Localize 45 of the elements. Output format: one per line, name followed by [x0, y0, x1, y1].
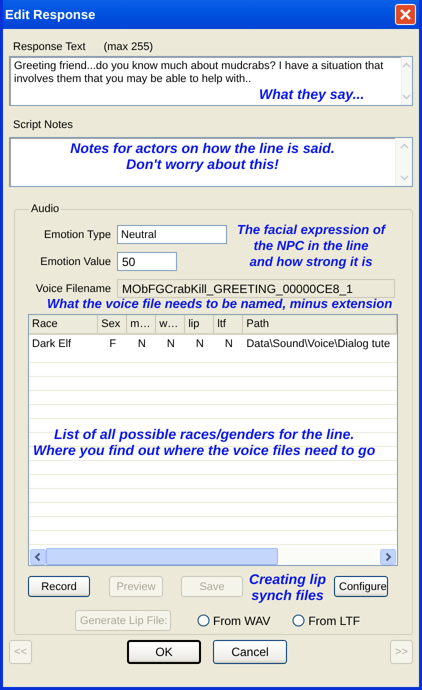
close-icon [399, 8, 412, 21]
horizontal-scrollbar[interactable] [29, 548, 397, 565]
column-header[interactable]: w… [156, 315, 186, 333]
annotation-text: Creating lip synch files [249, 571, 326, 603]
column-header[interactable]: lip [185, 315, 214, 333]
field-label: Voice Filename [34, 282, 112, 294]
annotation-text: What the voice file needs to be named, minus extension [47, 297, 392, 311]
dialog-button[interactable]: OK [127, 640, 201, 664]
column-header[interactable]: ltf [214, 315, 244, 333]
table-cell-text: N [136, 337, 147, 352]
field-label: Emotion Type [42, 228, 112, 240]
limit-label: (max 255) [104, 41, 154, 55]
table-cell-text: Data\Sound\Voice\Dialog tute [245, 337, 392, 352]
column-header[interactable]: Race [29, 315, 98, 333]
table-cell-text: N [224, 337, 234, 352]
script-notes-field[interactable]: Notes for actors on how the line is said. Don't worry about this! [9, 137, 413, 187]
table-cell-text: N [166, 337, 176, 352]
window-title: Edit Response [5, 7, 96, 22]
field-label: Script Notes [13, 119, 73, 131]
vertical-scrollbar[interactable] [395, 138, 412, 186]
field-label: Response Text [13, 41, 86, 55]
vertical-scrollbar[interactable] [400, 57, 412, 105]
column-header[interactable]: Path [243, 315, 397, 333]
table-cell-text: N [194, 337, 205, 352]
column-header[interactable]: Sex [98, 315, 128, 333]
annotation-text: Notes for actors on how the line is said. Don't worry about this! [70, 140, 335, 172]
close-button[interactable] [395, 4, 416, 25]
table-cell-text: F [108, 337, 118, 352]
response-text: Greeting friend...do you know much about mudcrabs? I have a situation that involves them that you may be able to help with.. [14, 60, 384, 86]
radio-option[interactable]: From WAV [197, 614, 270, 628]
table-cell-text: Dark Elf [31, 337, 72, 352]
radio-option[interactable]: From LTF [292, 614, 360, 628]
column-header[interactable]: m… [127, 315, 156, 333]
action-button[interactable]: Configure [334, 576, 388, 597]
annotation-text: What they say... [259, 86, 364, 102]
group-label: Audio [30, 203, 60, 215]
dialog-button[interactable]: Cancel [213, 640, 287, 664]
annotation-text: The facial expression of the NPC in the line and how strong it is [237, 222, 386, 270]
annotation-text: List of all possible races/genders for the line. Where you find out where the voice files need to go [33, 426, 376, 458]
emotion-type-dropdown[interactable]: Neutral [117, 225, 227, 244]
action-button[interactable]: Record [28, 576, 90, 597]
scroll-thumb[interactable] [46, 548, 278, 565]
voice-filename-field[interactable]: MObFGCrabKill_GREETING_00000CE8_1 [117, 279, 395, 298]
emotion-value-field[interactable]: 50 [117, 252, 177, 271]
field-label: Emotion Value [39, 256, 112, 268]
